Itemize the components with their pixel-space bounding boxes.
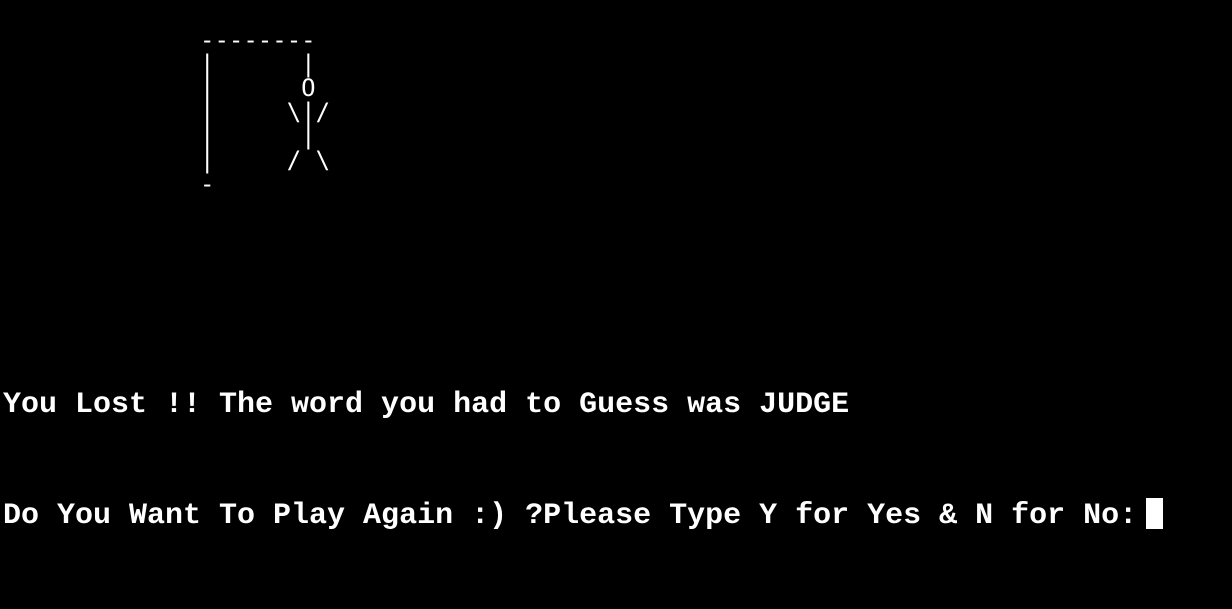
gallows-rope: | | [200, 50, 316, 78]
prompt-line[interactable]: Do You Want To Play Again :) ?Please Typ… [3, 498, 1164, 535]
hangman-head: | O [200, 74, 316, 102]
hangman-arms: | \|/ [200, 98, 331, 126]
hangman-legs: | / \ [200, 146, 331, 174]
hangman-drawing: -------- | | | O | \|/| | | / \ - [200, 28, 330, 196]
play-again-prompt: Do You Want To Play Again :) ?Please Typ… [3, 499, 1138, 533]
terminal-window[interactable]: -------- | | | O | \|/| | | / \ - You Lost !!… [0, 0, 1232, 533]
lost-message: You Lost !! The word you had to Guess wa… [3, 388, 850, 422]
gallows-base: - [200, 170, 215, 198]
gallows-top-beam: -------- [200, 26, 316, 54]
text-cursor [1146, 498, 1164, 529]
hangman-body: | | [200, 122, 316, 150]
terminal-output: You Lost !! The word you had to Guess wa… [3, 313, 1164, 609]
